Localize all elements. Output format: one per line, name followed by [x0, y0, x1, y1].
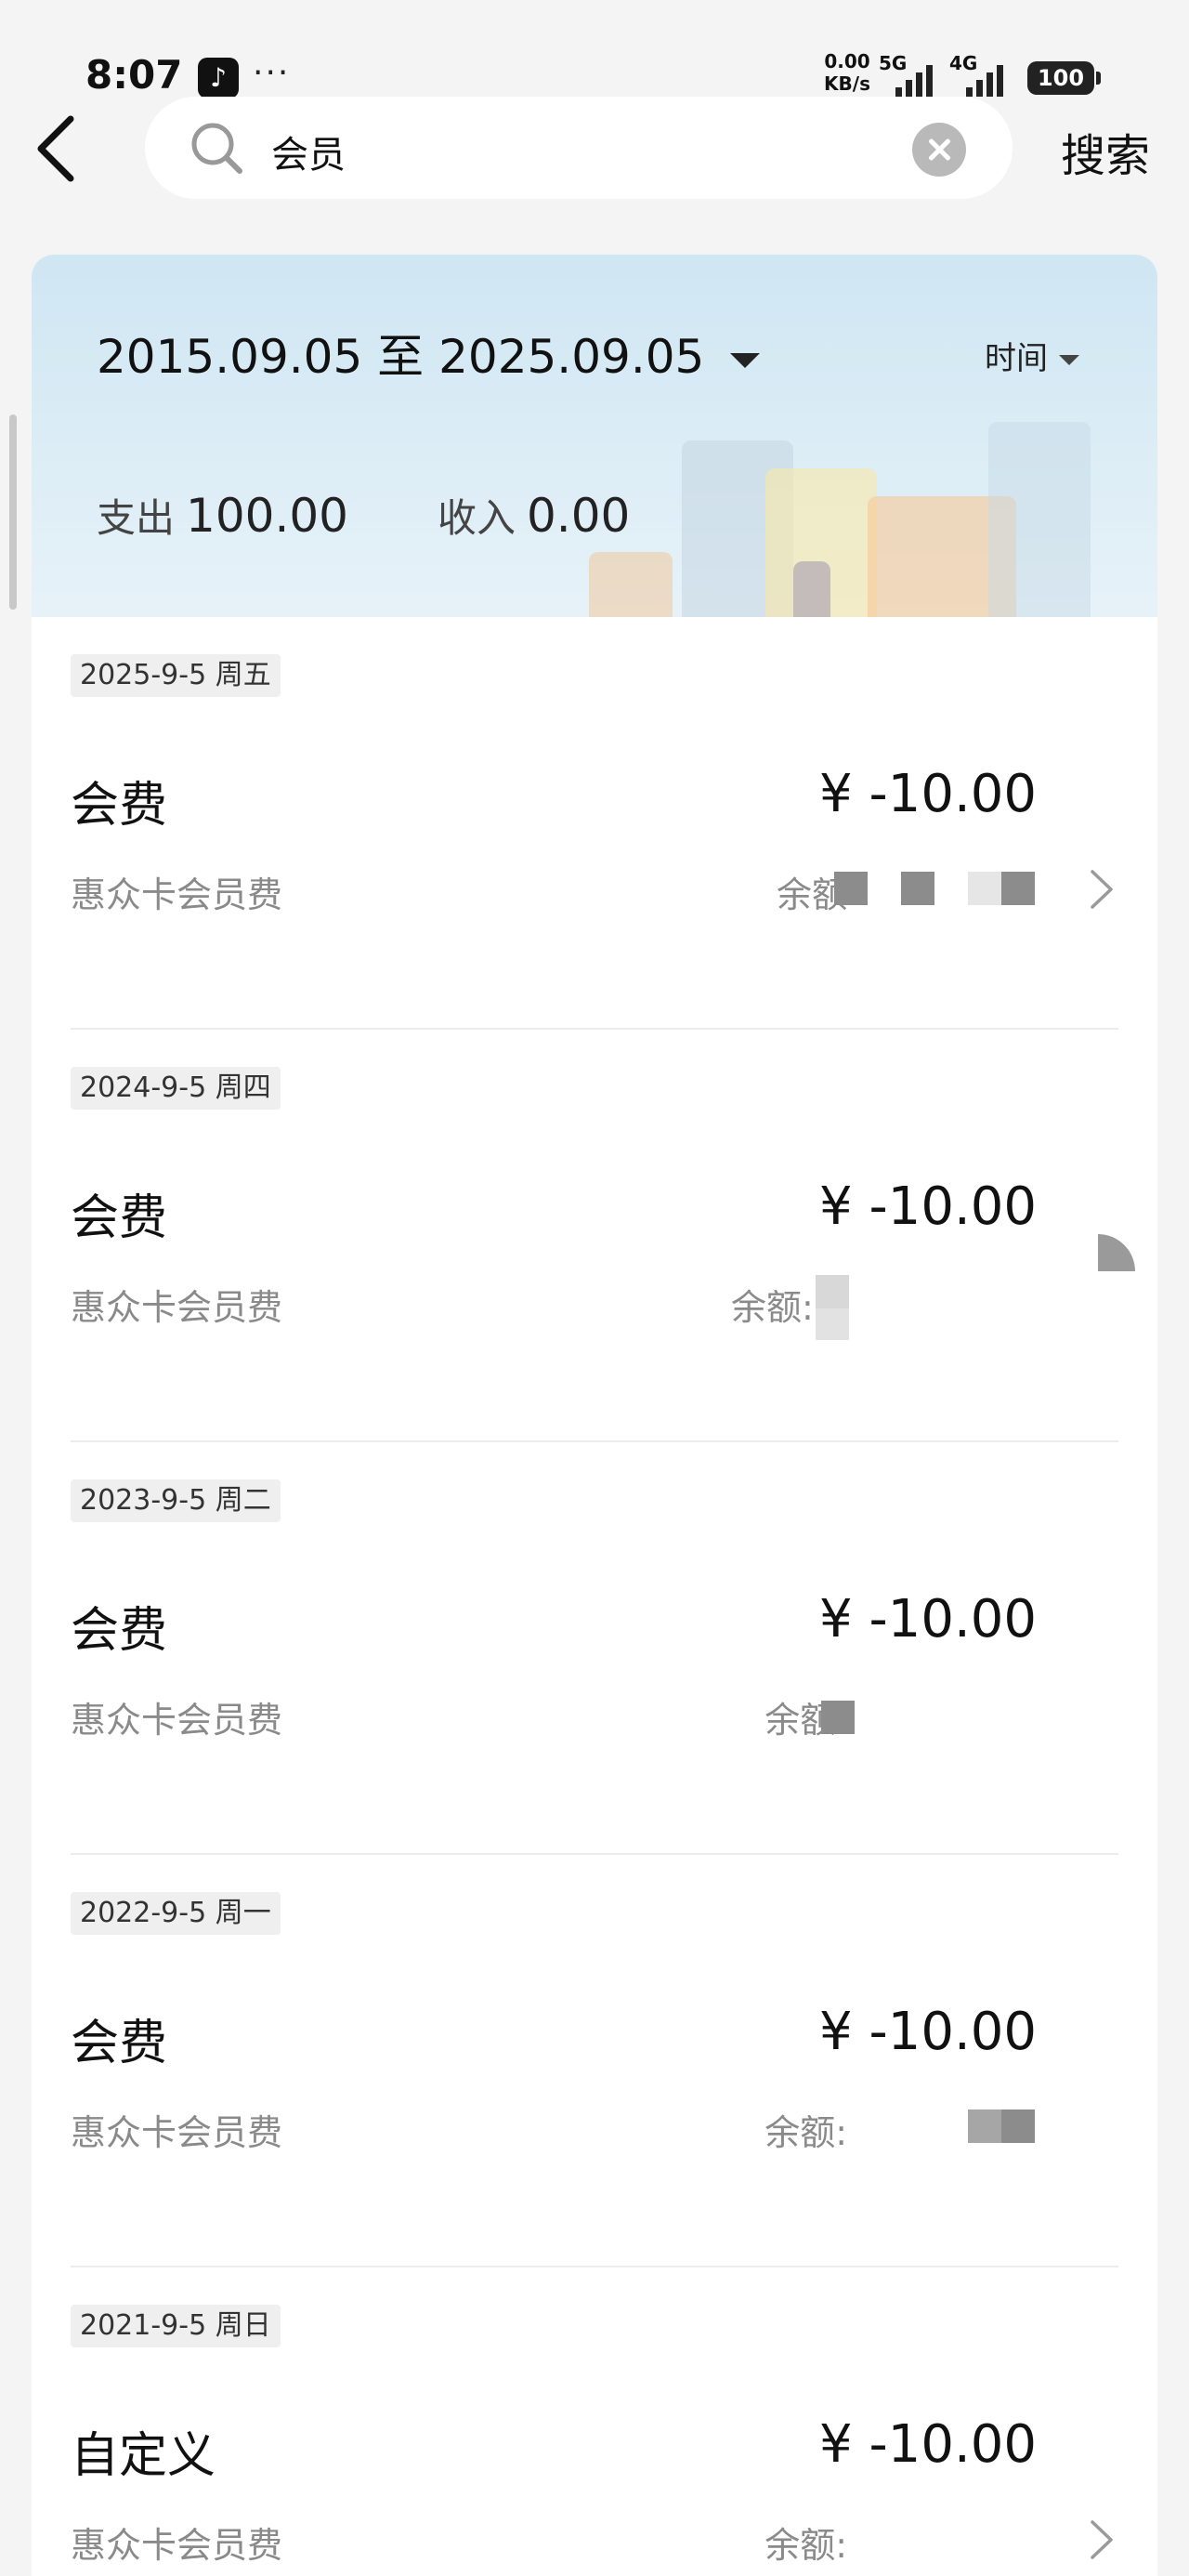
- network-speed-value: 0.00: [824, 50, 870, 72]
- transaction-amount: ¥ -10.00: [819, 1589, 1037, 1649]
- transaction-amount: ¥ -10.00: [819, 764, 1037, 824]
- balance-label: 余额:: [764, 2525, 847, 2566]
- more-notifications-icon: ···: [253, 54, 291, 92]
- transaction-item[interactable]: 2024-9-5 周四 会费 ¥ -10.00 惠众卡会员费 余额: ¥: [32, 1030, 1157, 1442]
- date-tag: 2021-9-5 周日: [71, 2305, 281, 2347]
- search-button[interactable]: 搜索: [1061, 119, 1150, 184]
- search-icon: [191, 123, 242, 174]
- expense-label: 支出: [97, 495, 176, 541]
- transaction-amount: ¥ -10.00: [819, 1176, 1037, 1237]
- date-range-text: 2015.09.05 至 2025.09.05: [97, 330, 705, 384]
- transaction-item[interactable]: 2021-9-5 周日 自定义 ¥ -10.00 惠众卡会员费 余额:: [32, 2267, 1157, 2576]
- expense-value: 100.00: [186, 489, 348, 543]
- status-bar: 8:07 ♪ ··· 0.00 KB/s 5G 4G 100: [0, 0, 1189, 102]
- banner-decoration: [589, 552, 673, 617]
- transaction-description: 惠众卡会员费: [71, 874, 283, 915]
- transaction-title: 会费: [71, 1603, 168, 1659]
- banner-decoration: [988, 422, 1091, 617]
- transaction-description: 惠众卡会员费: [71, 1700, 283, 1741]
- chevron-right-icon: [1091, 2520, 1113, 2559]
- balance-mosaic: [814, 1695, 1037, 1734]
- transaction-description: 惠众卡会员费: [71, 2112, 283, 2153]
- clear-search-button[interactable]: [912, 123, 966, 177]
- status-time: 8:07: [85, 52, 183, 98]
- battery-tip: [1096, 72, 1101, 85]
- income-label: 收入: [437, 495, 516, 541]
- transaction-search-page: 8:07 ♪ ··· 0.00 KB/s 5G 4G 100 会员 搜索 201…: [0, 0, 1189, 2576]
- banner-decoration: [793, 561, 830, 617]
- transaction-item[interactable]: 2022-9-5 周一 会费 ¥ -10.00 惠众卡会员费 余额:: [32, 1855, 1157, 2267]
- date-tag: 2024-9-5 周四: [71, 1067, 281, 1110]
- transaction-item[interactable]: 2025-9-5 周五 会费 ¥ -10.00 惠众卡会员费 余额: [32, 617, 1157, 1030]
- date-tag: 2025-9-5 周五: [71, 654, 281, 697]
- transaction-amount: ¥ -10.00: [819, 2002, 1037, 2062]
- balance-mosaic: [814, 1275, 1037, 1340]
- signal-4g-icon: 4G: [949, 52, 1014, 97]
- balance-mosaic: [814, 2108, 1037, 2145]
- back-button[interactable]: [32, 112, 87, 186]
- sort-caret-icon: [1059, 355, 1079, 365]
- network-speed-unit: KB/s: [824, 72, 870, 95]
- search-input[interactable]: 会员: [271, 125, 346, 178]
- scroll-indicator: [9, 414, 17, 610]
- date-range-selector[interactable]: 2015.09.05 至 2025.09.05: [97, 320, 761, 387]
- sort-label: 时间: [985, 340, 1048, 377]
- income-value: 0.00: [526, 489, 631, 543]
- corner-marker-icon: [1098, 1234, 1135, 1271]
- signal-5g-icon: 5G: [879, 52, 944, 97]
- tiktok-notification-icon: ♪: [198, 58, 239, 99]
- date-tag: 2023-9-5 周二: [71, 1479, 281, 1522]
- transaction-description: 惠众卡会员费: [71, 1287, 283, 1328]
- results-card: 2015.09.05 至 2025.09.05 时间 支出 100.00 收入 0.0…: [32, 255, 1157, 2576]
- search-box[interactable]: 会员: [145, 97, 1013, 199]
- chevron-right-icon: [1091, 870, 1113, 909]
- transaction-item[interactable]: 2023-9-5 周二 会费 ¥ -10.00 惠众卡会员费 余额:: [32, 1442, 1157, 1855]
- sort-toggle[interactable]: 时间: [985, 333, 1079, 378]
- network-speed: 0.00 KB/s: [819, 50, 875, 95]
- date-tag: 2022-9-5 周一: [71, 1892, 281, 1935]
- summary-banner: 2015.09.05 至 2025.09.05 时间 支出 100.00 收入 0.0…: [32, 255, 1157, 617]
- transaction-list: 2025-9-5 周五 会费 ¥ -10.00 惠众卡会员费 余额 2024-9…: [32, 617, 1157, 2576]
- transaction-title: 自定义: [71, 2428, 216, 2484]
- battery-icon: 100: [1027, 61, 1094, 95]
- caret-down-icon: [730, 352, 761, 368]
- summary-row: 支出 100.00 收入 0.00: [97, 487, 630, 544]
- transaction-amount: ¥ -10.00: [819, 2414, 1037, 2475]
- back-arrow-icon: [37, 115, 74, 182]
- transaction-description: 惠众卡会员费: [71, 2525, 283, 2566]
- transaction-title: 会费: [71, 778, 168, 834]
- transaction-title: 会费: [71, 2016, 168, 2071]
- transaction-title: 会费: [71, 1190, 168, 1246]
- balance-mosaic: [814, 870, 1037, 907]
